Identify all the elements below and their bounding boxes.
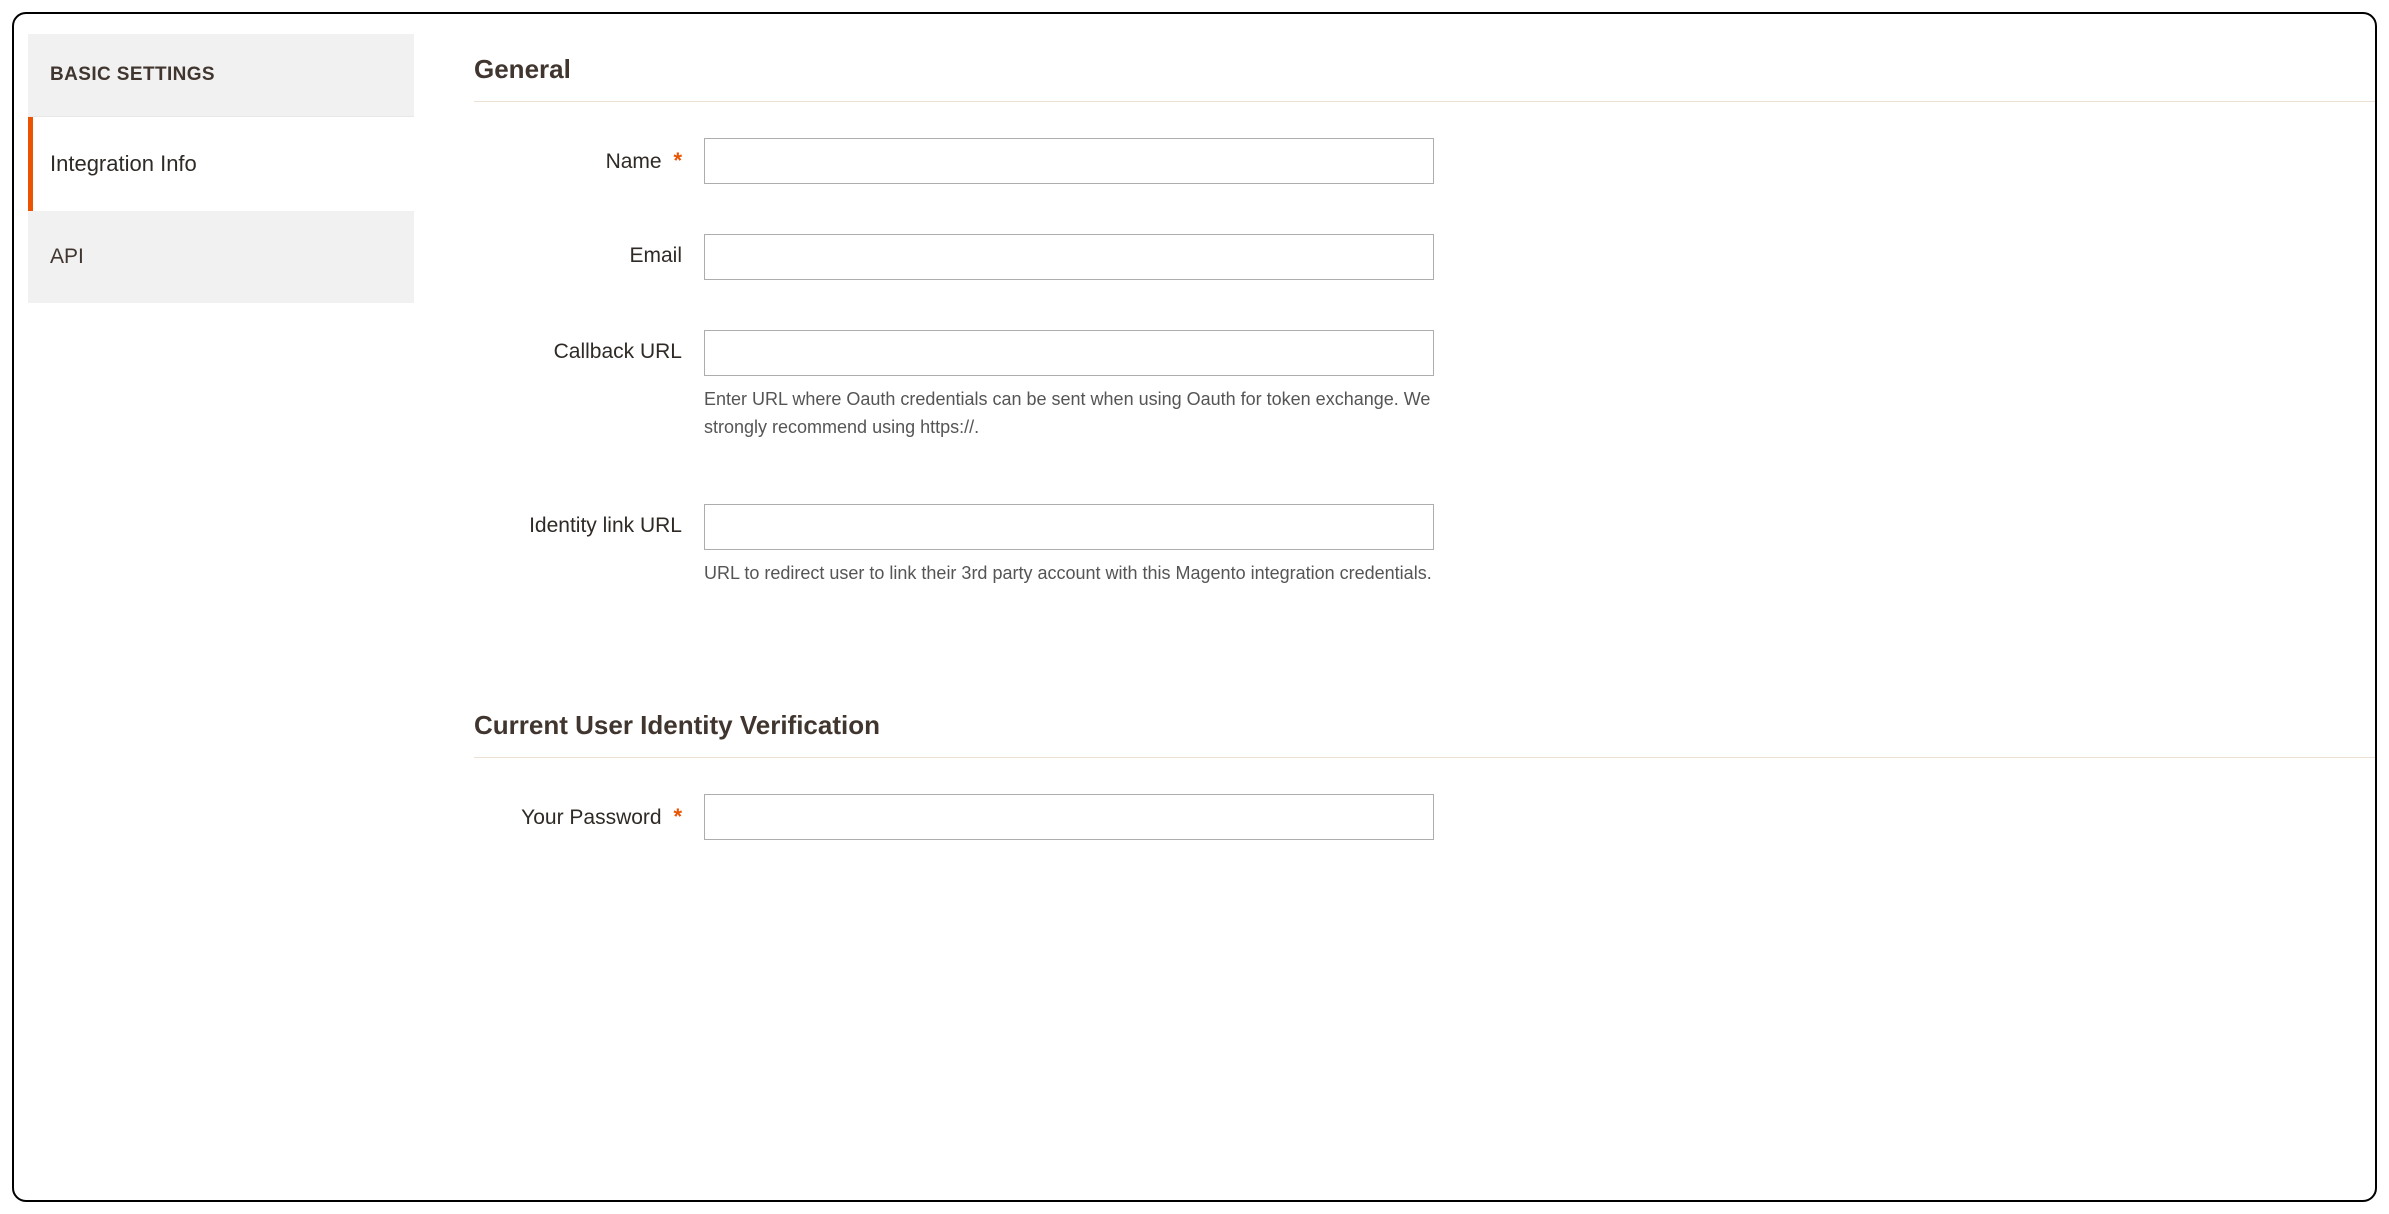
sidebar: BASIC SETTINGS Integration Info API bbox=[14, 14, 414, 1200]
required-icon: * bbox=[673, 148, 682, 173]
section-divider bbox=[474, 757, 2375, 758]
name-input[interactable] bbox=[704, 138, 1434, 184]
section-title-general: General bbox=[474, 54, 2375, 85]
help-text: Enter URL where Oauth credentials can be… bbox=[704, 386, 1434, 442]
identity-link-url-input[interactable] bbox=[704, 504, 1434, 550]
sidebar-item-label: Integration Info bbox=[50, 151, 197, 176]
label-text: Name bbox=[606, 150, 662, 173]
sidebar-item-api[interactable]: API bbox=[28, 211, 414, 303]
sidebar-item-integration-info[interactable]: Integration Info bbox=[28, 117, 414, 211]
field-label: Name * bbox=[474, 138, 704, 174]
field-row-callback-url: Callback URL Enter URL where Oauth crede… bbox=[474, 330, 2375, 442]
sidebar-item-label: API bbox=[50, 245, 84, 268]
field-label: Email bbox=[474, 234, 704, 268]
label-text: Your Password bbox=[521, 806, 661, 829]
callback-url-input[interactable] bbox=[704, 330, 1434, 376]
section-divider bbox=[474, 101, 2375, 102]
main-content: General Name * Email Callback URL bbox=[414, 14, 2375, 1200]
email-input[interactable] bbox=[704, 234, 1434, 280]
label-text: Identity link URL bbox=[529, 514, 682, 537]
field-row-name: Name * bbox=[474, 138, 2375, 184]
field-row-identity-link-url: Identity link URL URL to redirect user t… bbox=[474, 504, 2375, 588]
sidebar-header: BASIC SETTINGS bbox=[28, 34, 414, 117]
password-input[interactable] bbox=[704, 794, 1434, 840]
help-text: URL to redirect user to link their 3rd p… bbox=[704, 560, 1434, 588]
integration-form-panel: BASIC SETTINGS Integration Info API Gene… bbox=[12, 12, 2377, 1202]
required-icon: * bbox=[673, 804, 682, 829]
field-row-email: Email bbox=[474, 234, 2375, 280]
section-title-verification: Current User Identity Verification bbox=[474, 710, 2375, 741]
field-row-password: Your Password * bbox=[474, 794, 2375, 840]
label-text: Email bbox=[629, 244, 682, 267]
label-text: Callback URL bbox=[554, 340, 682, 363]
field-label: Your Password * bbox=[474, 794, 704, 830]
field-label: Identity link URL bbox=[474, 504, 704, 538]
field-label: Callback URL bbox=[474, 330, 704, 364]
